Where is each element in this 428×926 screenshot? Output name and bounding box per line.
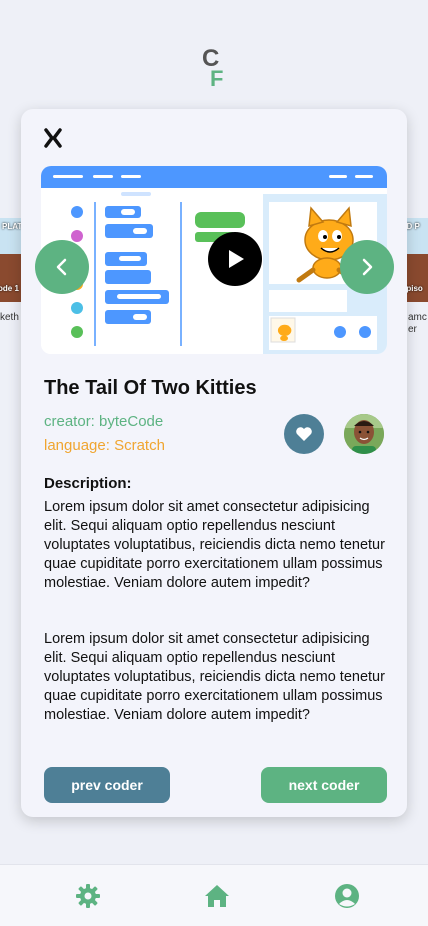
home-icon[interactable] xyxy=(204,883,230,909)
project-title: The Tail Of Two Kitties xyxy=(44,377,257,399)
carousel-card-text: ode 1 xyxy=(0,284,19,293)
creator-label: creator: byteCode xyxy=(44,413,164,430)
like-button[interactable] xyxy=(284,414,324,454)
description-paragraph: Lorem ipsum dolor sit amet consectetur a… xyxy=(44,499,385,591)
description-heading: Description: xyxy=(44,475,132,492)
close-icon[interactable] xyxy=(43,128,63,148)
carousel-card-caption: amc xyxy=(408,312,427,323)
project-preview-image xyxy=(41,166,387,354)
app-logo: C F xyxy=(198,44,232,92)
project-detail-card: The Tail Of Two Kitties creator: byteCod… xyxy=(21,109,407,817)
chevron-left-icon xyxy=(56,258,67,276)
description-paragraph: Lorem ipsum dolor sit amet consectetur a… xyxy=(44,631,385,723)
play-button[interactable] xyxy=(208,232,262,286)
carousel-prev-button[interactable] xyxy=(35,240,89,294)
bottom-navigation xyxy=(0,864,428,926)
next-coder-button[interactable]: next coder xyxy=(261,767,387,803)
heart-icon xyxy=(296,427,312,441)
avatar[interactable] xyxy=(344,414,384,454)
prev-coder-button[interactable]: prev coder xyxy=(44,767,170,803)
carousel-card-caption: er xyxy=(408,324,417,335)
user-circle-icon[interactable] xyxy=(334,883,360,909)
carousel-next-button[interactable] xyxy=(340,240,394,294)
gear-icon[interactable] xyxy=(75,883,101,909)
svg-text:F: F xyxy=(210,66,223,91)
language-label: language: Scratch xyxy=(44,437,165,454)
play-icon xyxy=(229,250,244,268)
chevron-right-icon xyxy=(362,258,373,276)
